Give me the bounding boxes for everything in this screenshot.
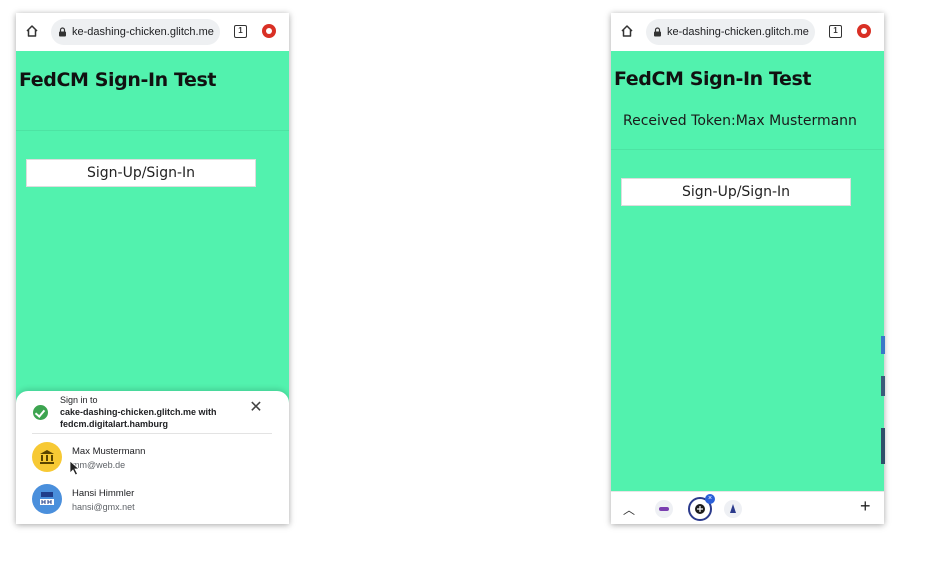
chevron-up-icon[interactable]: ︿ [623, 501, 635, 518]
home-icon[interactable] [25, 24, 39, 38]
account-row-2[interactable]: Hansi Himmler hansi@gmx.net [16, 481, 289, 517]
account-email: hansi@gmx.net [72, 502, 135, 512]
received-token-text: Received Token:Max Mustermann [623, 113, 857, 129]
close-icon[interactable]: ✕ [249, 400, 263, 416]
tab-thumbnail-1[interactable] [655, 500, 673, 518]
browser-toolbar: ke-dashing-chicken.glitch.me 1 [16, 13, 289, 51]
avatar [32, 442, 62, 472]
address-bar[interactable]: ke-dashing-chicken.glitch.me [51, 19, 220, 45]
lock-icon [59, 27, 66, 37]
sheet-title: Sign in to cake-dashing-chicken.glitch.m… [60, 394, 240, 430]
account-name: Hansi Himmler [72, 488, 135, 499]
close-tab-icon[interactable]: × [705, 494, 715, 504]
page-title: FedCM Sign-In Test [19, 69, 217, 91]
header-divider [611, 149, 884, 150]
right-phone-screen: ke-dashing-chicken.glitch.me 1 FedCM Sig… [611, 13, 884, 524]
avatar [32, 484, 62, 514]
sign-in-button[interactable]: Sign-Up/Sign-In [621, 178, 851, 206]
idp-check-icon [33, 405, 48, 420]
fedcm-account-chooser: Sign in to cake-dashing-chicken.glitch.m… [16, 391, 289, 524]
tab-favicon-icon [730, 504, 736, 513]
home-icon[interactable] [620, 24, 634, 38]
account-row-1[interactable]: Max Mustermann mm@web.de [16, 439, 289, 475]
record-icon[interactable] [857, 24, 871, 38]
tab-switcher-icon[interactable]: 1 [234, 25, 247, 38]
header-divider [16, 130, 289, 131]
lock-icon [654, 27, 661, 37]
left-phone-screen: ke-dashing-chicken.glitch.me 1 FedCM Sig… [16, 13, 289, 524]
sheet-divider [32, 433, 272, 434]
mouse-pointer-icon [69, 460, 81, 476]
hh-icon [40, 492, 54, 505]
account-name: Max Mustermann [72, 446, 146, 457]
plus-icon[interactable]: + [860, 496, 871, 517]
sheet-title-line1: Sign in to [60, 395, 98, 405]
bank-icon [40, 450, 54, 464]
tab-thumbnail-3[interactable] [724, 500, 742, 518]
sign-in-button[interactable]: Sign-Up/Sign-In [26, 159, 256, 187]
tab-favicon-icon [659, 507, 669, 511]
screen-edge-artifact [881, 336, 885, 466]
address-bar[interactable]: ke-dashing-chicken.glitch.me [646, 19, 815, 45]
record-icon[interactable] [262, 24, 276, 38]
page-title: FedCM Sign-In Test [614, 68, 812, 90]
browser-toolbar: ke-dashing-chicken.glitch.me 1 [611, 13, 884, 51]
url-text: ke-dashing-chicken.glitch.me [667, 26, 809, 38]
tab-switcher-icon[interactable]: 1 [829, 25, 842, 38]
page-content: FedCM Sign-In Test Received Token:Max Mu… [611, 51, 884, 491]
sheet-title-line2: cake-dashing-chicken.glitch.me with [60, 407, 217, 417]
url-text: ke-dashing-chicken.glitch.me [72, 26, 214, 38]
tab-strip-bar: ︿ × + [611, 491, 884, 524]
sheet-title-line3: fedcm.digitalart.hamburg [60, 419, 169, 429]
